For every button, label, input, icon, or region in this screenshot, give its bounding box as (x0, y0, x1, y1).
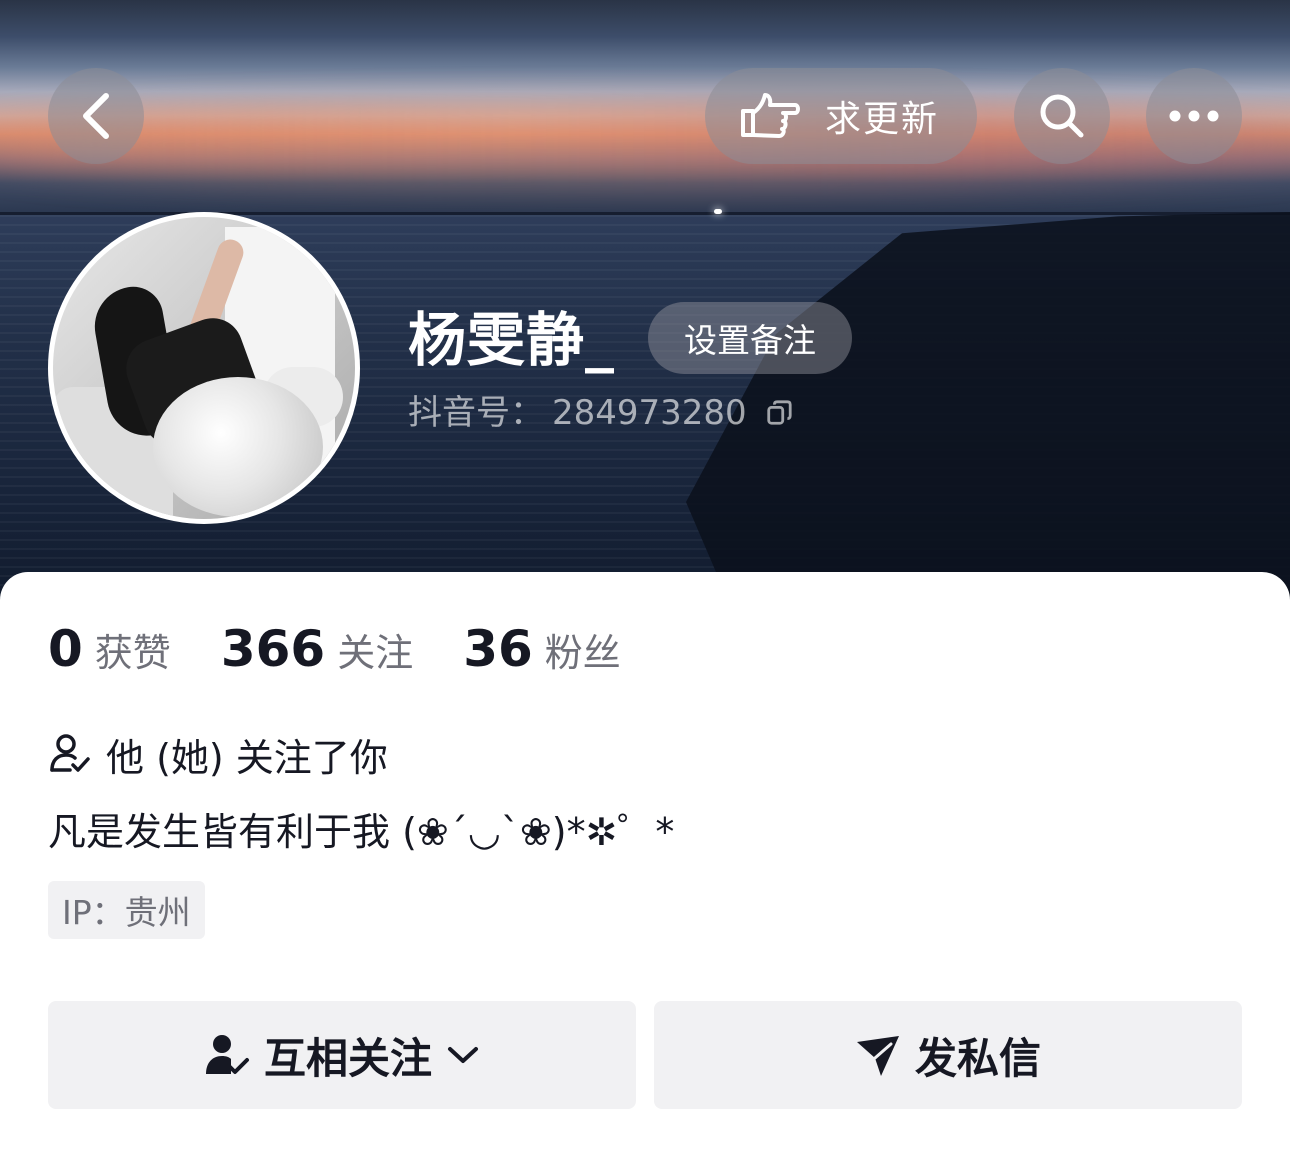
user-check-icon (50, 734, 90, 772)
request-update-label: 求更新 (825, 99, 940, 140)
chevron-left-icon (83, 93, 109, 139)
avatar-photo-fur-blanket (153, 377, 323, 517)
mutual-follow-label: 互相关注 (263, 1033, 432, 1083)
search-button[interactable] (1014, 68, 1110, 164)
stat-label: 获赞 (94, 631, 171, 675)
stat-likes[interactable]: 0 获赞 (48, 620, 171, 678)
username: 杨雯静_ (408, 306, 616, 374)
send-message-label: 发私信 (914, 1033, 1041, 1083)
mutual-follow-button[interactable]: 互相关注 (48, 1001, 636, 1109)
douyin-id-row[interactable]: 抖音号： 284973280 (408, 388, 793, 438)
stat-value: 36 (463, 620, 533, 678)
bio-text: 凡是发生皆有利于我 (❀´◡`❀)*✲゜* (48, 810, 675, 854)
stat-value: 0 (48, 620, 83, 678)
send-icon (856, 1036, 899, 1076)
stat-label: 粉丝 (544, 631, 621, 675)
stat-following[interactable]: 366 关注 (221, 620, 413, 678)
back-button[interactable] (48, 68, 144, 164)
stat-label: 关注 (337, 631, 414, 675)
douyin-id-label: 抖音号： (408, 393, 544, 433)
pointing-hand-icon (741, 93, 800, 138)
copy-icon[interactable] (765, 399, 793, 427)
follows-you-text: 他 (她) 关注了你 (106, 735, 388, 780)
set-remark-button[interactable]: 设置备注 (648, 302, 852, 374)
request-update-button[interactable]: 求更新 (705, 68, 977, 164)
more-options-button[interactable] (1146, 68, 1242, 164)
send-message-button[interactable]: 发私信 (654, 1001, 1242, 1109)
avatar[interactable] (48, 212, 360, 524)
chevron-down-icon (448, 1047, 478, 1063)
douyin-id-value: 284973280 (552, 393, 747, 433)
stat-value: 366 (220, 620, 326, 678)
stat-followers[interactable]: 36 粉丝 (463, 620, 621, 678)
cover-distant-light (714, 209, 722, 214)
ip-location-tag: IP：贵州 (48, 881, 205, 939)
stats-row: 0 获赞 366 关注 36 粉丝 (48, 620, 671, 680)
search-icon (1040, 94, 1084, 138)
user-check-icon (205, 1035, 249, 1074)
follows-you-row: 他 (她) 关注了你 (48, 728, 388, 780)
more-dots-icon (1169, 110, 1219, 122)
